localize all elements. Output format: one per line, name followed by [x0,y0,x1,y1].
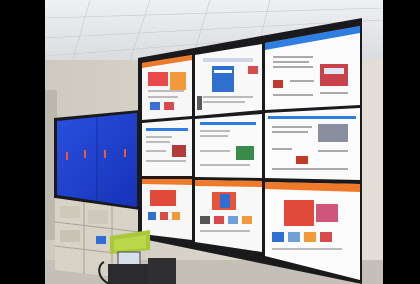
right-letterbox [383,0,420,284]
wall-panel-r1c2 [195,44,262,116]
photo-scene [0,0,420,284]
video-wall [138,18,362,284]
equipment-screen [117,251,141,267]
wall-panel-r2c2 [195,114,262,178]
left-letterbox [0,0,45,284]
wall-panel-r2c1 [142,119,192,176]
wall-panel-r3c3-top [265,108,360,180]
wall-panel-r3c2 [195,180,262,252]
blue-display [54,110,140,210]
wall-panel-r1c1 [142,55,192,120]
